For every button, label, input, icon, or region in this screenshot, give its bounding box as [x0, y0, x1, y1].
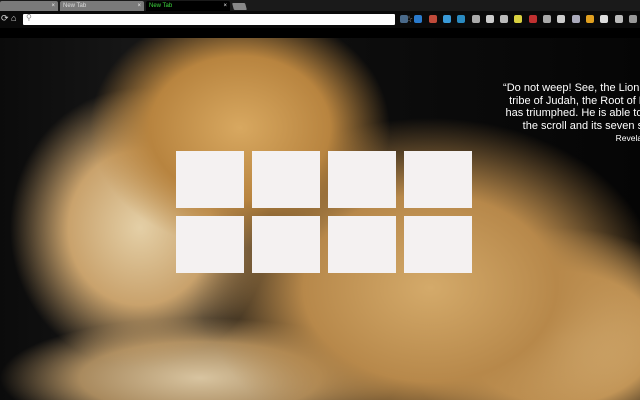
- extension-icon[interactable]: [628, 15, 637, 23]
- extension-icon[interactable]: [485, 15, 494, 23]
- extension-icon[interactable]: [442, 15, 451, 23]
- quote-reference: Revelation 5:5: [615, 133, 640, 143]
- speed-dial-tile[interactable]: [404, 216, 472, 273]
- quote-line: tribe of Judah, the Root of David,: [509, 94, 640, 107]
- extension-icon[interactable]: [428, 15, 437, 23]
- close-tab-icon[interactable]: ×: [223, 1, 227, 11]
- speed-dial-tile[interactable]: [252, 151, 320, 208]
- tab-2[interactable]: New Tab ×: [60, 1, 144, 11]
- extension-icon[interactable]: [585, 15, 594, 23]
- home-icon[interactable]: ⌂: [11, 13, 16, 23]
- close-tab-icon[interactable]: ×: [137, 1, 141, 11]
- quote-line: has triumphed. He is able to open: [505, 107, 640, 119]
- speed-dial-tile[interactable]: [328, 151, 396, 208]
- speed-dial-tile[interactable]: [176, 151, 244, 208]
- extension-icon[interactable]: [557, 15, 566, 23]
- extension-icon[interactable]: [600, 15, 609, 23]
- extension-icon[interactable]: [528, 15, 537, 23]
- tab-strip: × New Tab × New Tab ×: [0, 0, 640, 11]
- extension-icon[interactable]: [543, 15, 551, 23]
- extension-icon[interactable]: [571, 15, 580, 23]
- speed-dial-tile[interactable]: [328, 216, 396, 273]
- speed-dial-tile[interactable]: [176, 216, 244, 273]
- tab-label: New Tab: [63, 3, 87, 9]
- quote-line: the scroll and its seven seals.”: [522, 119, 640, 132]
- extension-icon[interactable]: [457, 15, 466, 23]
- close-tab-icon[interactable]: ×: [51, 1, 55, 11]
- extension-icon[interactable]: [500, 15, 509, 23]
- extension-icon[interactable]: [514, 15, 523, 23]
- new-tab-page: “Do not weep! See, the Lion of the tribe…: [0, 38, 640, 400]
- speed-dial-tile[interactable]: [404, 151, 472, 208]
- tab-1[interactable]: ×: [0, 1, 58, 11]
- new-tab-button[interactable]: [232, 3, 247, 10]
- extension-icon[interactable]: [400, 15, 408, 23]
- extension-icon[interactable]: [471, 15, 480, 23]
- quote-line: “Do not weep! See, the Lion of the: [503, 82, 640, 94]
- tab-label: New Tab: [149, 3, 173, 9]
- extension-icon[interactable]: [614, 15, 623, 23]
- omnibox[interactable]: ⚲ ☆: [23, 13, 413, 25]
- quote: “Do not weep! See, the Lion of the tribe…: [503, 82, 640, 145]
- extension-icon[interactable]: [414, 15, 423, 23]
- reload-icon[interactable]: ⟳: [1, 13, 9, 24]
- search-icon: ⚲: [26, 13, 32, 22]
- tab-3-active[interactable]: New Tab ×: [146, 1, 230, 11]
- speed-dial-tile[interactable]: [252, 216, 320, 273]
